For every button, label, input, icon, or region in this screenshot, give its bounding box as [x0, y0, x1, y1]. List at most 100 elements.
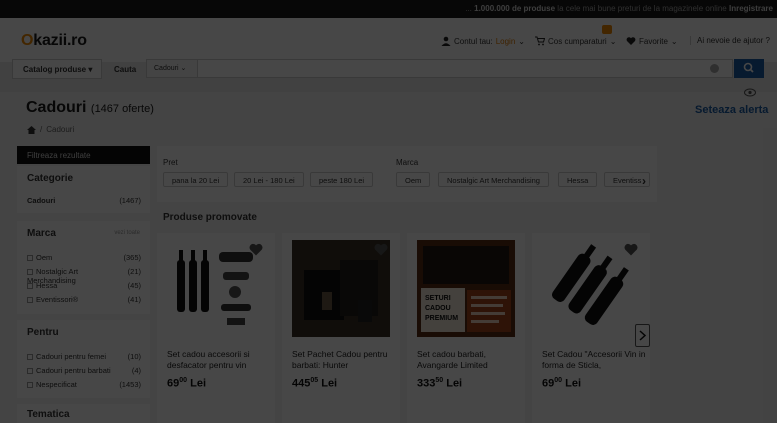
breadcrumb-separator: / — [40, 125, 43, 134]
price-currency: Lei — [565, 377, 582, 390]
price-currency: Lei — [446, 377, 463, 390]
heart-icon — [626, 37, 636, 45]
search-label: Cauta — [114, 65, 137, 74]
topbar-register-link[interactable]: Inregistrare — [729, 4, 773, 13]
page-title: Cadouri (1467 oferte) — [26, 99, 154, 117]
chevron-down-icon: ⌄ — [670, 36, 678, 46]
breadcrumb-current[interactable]: Cadouri — [46, 125, 74, 134]
filter-marca: Marca vezi toate Oem (365) Nostalgic Art … — [17, 221, 150, 314]
filter-item[interactable]: Oem (365) — [27, 253, 141, 262]
cart-icon — [535, 36, 545, 46]
help-link[interactable]: Ai nevoie de ajutor ? — [690, 36, 770, 45]
filter-item[interactable]: Eventissori® (41) — [27, 295, 141, 304]
topbar-highlight: 1.000.000 de produse — [474, 4, 556, 13]
checkbox[interactable] — [27, 283, 33, 289]
favorites-menu[interactable]: Favorite ⌄ — [626, 36, 678, 46]
product-card[interactable]: Set cadou accesorii si desfacator pentru… — [157, 233, 275, 423]
category-select-value: Cadouri — [154, 65, 179, 72]
cart-menu[interactable]: Cos cumparaturi ⌄ — [535, 36, 616, 46]
filter-item-label: Eventissori® — [36, 295, 79, 304]
price-dec: 00 — [179, 377, 188, 384]
filter-item-label: Cadouri — [27, 196, 56, 205]
filter-item[interactable]: Cadouri pentru femei (10) — [27, 352, 141, 361]
image-text: PREMIUM — [425, 315, 458, 322]
checkbox[interactable] — [27, 368, 33, 374]
header: Okazii.ro Contul tau: Login ⌄ Cos cumpar… — [0, 18, 777, 62]
checkbox[interactable] — [27, 354, 33, 360]
filter-item-label: Cadouri pentru femei — [36, 352, 107, 361]
heart-icon[interactable] — [249, 243, 263, 256]
brand-chip[interactable]: Oem — [396, 172, 431, 187]
price-chip[interactable]: peste 180 Lei — [310, 172, 374, 187]
product-price: 44505 Lei — [292, 377, 337, 390]
price-dec: 05 — [310, 377, 319, 384]
price-int: 333 — [417, 377, 436, 390]
search-input[interactable] — [201, 62, 701, 75]
price-chip[interactable]: 20 Lei - 180 Lei — [234, 172, 304, 187]
product-title[interactable]: Set Pachet Cadou pentru barbati: Hunter — [292, 349, 396, 371]
set-alert-link[interactable]: Seteaza alerta — [695, 104, 768, 116]
filter-item-label: Oem — [36, 253, 53, 262]
filter-item-label: Cadouri pentru barbati — [36, 366, 111, 375]
favorites-label: Favorite — [639, 36, 668, 46]
filter-tematica: Tematica — [17, 404, 150, 423]
chevron-right-icon — [639, 330, 647, 341]
logo-o: O — [21, 32, 34, 49]
heart-icon[interactable] — [624, 243, 638, 256]
login-link[interactable]: Login — [496, 37, 516, 46]
price-int: 69 — [167, 377, 180, 390]
checkbox[interactable] — [27, 382, 33, 388]
filter-item-count: (1467) — [119, 196, 141, 205]
category-select[interactable]: Cadouri ⌄ — [147, 60, 198, 77]
home-icon[interactable] — [27, 125, 36, 134]
heart-icon[interactable] — [374, 243, 388, 256]
chevron-down-icon: ⌄ — [609, 36, 617, 46]
see-all-link[interactable]: vezi toate — [114, 230, 140, 236]
chevron-right-icon[interactable]: › — [642, 174, 646, 188]
price-currency: Lei — [190, 377, 207, 390]
product-title[interactable]: Set Cadou "Accesorii Vin in forma de Sti… — [542, 349, 646, 371]
cart-badge — [602, 25, 612, 34]
filter-item[interactable]: Hessa (45) — [27, 281, 141, 290]
brand-chip[interactable]: Hessa — [558, 172, 598, 187]
filter-item[interactable]: Cadouri pentru barbati (4) — [27, 366, 141, 375]
product-card[interactable]: SETURI CADOU PREMIUM Set cadou barbati, … — [407, 233, 525, 423]
chevron-down-icon: ⌄ — [180, 65, 187, 72]
product-price: 6900 Lei — [542, 377, 581, 390]
product-image[interactable]: SETURI CADOU PREMIUM — [417, 240, 515, 337]
brand-chip[interactable]: Nostalgic Art Merchandising — [438, 172, 549, 187]
filter-item-label: Hessa — [36, 281, 58, 290]
filter-item[interactable]: Nespecificat (1453) — [27, 380, 141, 389]
image-text: CADOU — [425, 305, 451, 312]
catalog-button[interactable]: Catalog produse ▾ — [12, 59, 102, 79]
filter-title: Pentru — [27, 327, 59, 338]
product-title[interactable]: Set cadou barbati, Avangarde Limited — [417, 349, 521, 371]
filters-header: Filtreaza rezultate — [17, 146, 150, 164]
page-title-text: Cadouri — [26, 99, 87, 116]
checkbox[interactable] — [27, 255, 33, 261]
brand-filter-title: Marca — [396, 158, 419, 167]
clear-icon[interactable] — [710, 64, 719, 73]
search-button[interactable] — [734, 59, 764, 78]
filter-item[interactable]: Cadouri (1467) — [27, 196, 141, 205]
filter-item-count: (365) — [123, 253, 141, 262]
price-chip[interactable]: pana la 20 Lei — [163, 172, 229, 187]
product-card[interactable]: Set Cadou "Accesorii Vin in forma de Sti… — [532, 233, 650, 423]
topbar-message: ... 1.000.000 de produse la cele mai bun… — [465, 4, 773, 13]
checkbox[interactable] — [27, 297, 33, 303]
account-menu[interactable]: Contul tau: Login ⌄ — [441, 36, 525, 46]
image-text: SETURI — [425, 295, 451, 302]
product-card[interactable]: Set Pachet Cadou pentru barbati: Hunter … — [282, 233, 400, 423]
checkbox[interactable] — [27, 269, 33, 275]
account-label: Contul tau: — [454, 36, 493, 46]
caret-down-icon: ▾ — [88, 65, 93, 74]
filter-item-count: (1453) — [119, 380, 141, 389]
carousel-next-button[interactable] — [635, 324, 650, 347]
offers-count: (1467 oferte) — [90, 103, 154, 115]
product-title[interactable]: Set cadou accesorii si desfacator pentru… — [167, 349, 271, 371]
logo[interactable]: Okazii.ro — [21, 32, 87, 50]
filter-item-count: (4) — [131, 366, 141, 375]
filter-item-label: Nespecificat — [36, 380, 77, 389]
eye-icon[interactable] — [744, 88, 756, 97]
breadcrumb: / Cadouri — [27, 125, 74, 134]
